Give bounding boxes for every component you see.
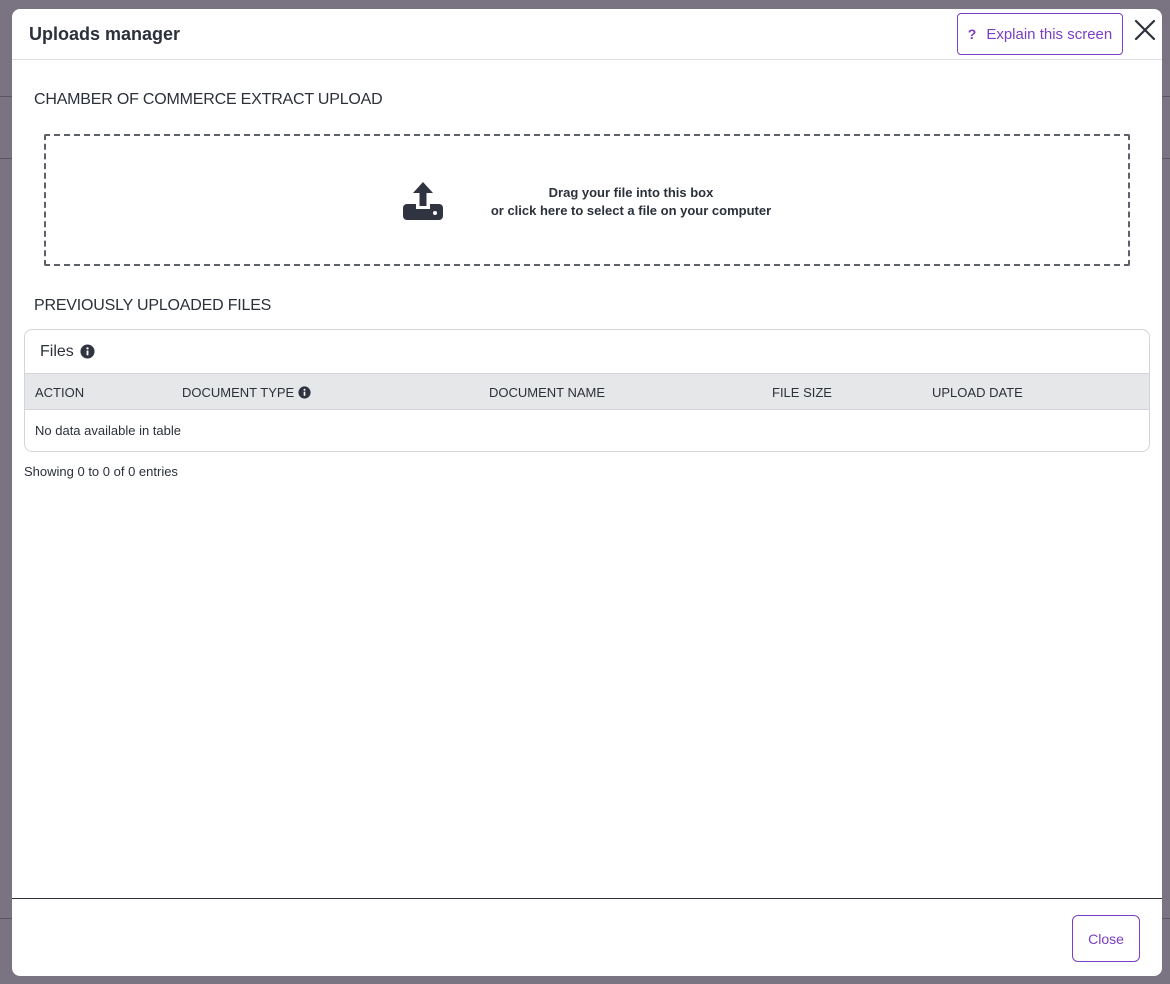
- info-icon[interactable]: [80, 344, 95, 359]
- column-header-label: FILE SIZE: [772, 385, 832, 400]
- uploads-manager-modal: Uploads manager ? Explain this screen CH…: [12, 9, 1162, 976]
- close-icon[interactable]: [1132, 17, 1158, 43]
- column-header-upload-date[interactable]: UPLOAD DATE: [932, 385, 1023, 400]
- modal-footer: Close: [12, 898, 1162, 976]
- column-header-label: ACTION: [35, 385, 85, 400]
- background-divider: [0, 96, 12, 97]
- background-divider: [1162, 96, 1170, 97]
- files-panel-header: Files: [25, 330, 1149, 373]
- explain-screen-button[interactable]: ? Explain this screen: [957, 13, 1123, 55]
- empty-table-message: No data available in table: [35, 423, 181, 438]
- files-section-title: PREVIOUSLY UPLOADED FILES: [34, 297, 272, 314]
- background-divider: [1162, 158, 1170, 159]
- background-divider: [0, 918, 12, 919]
- column-header-label: UPLOAD DATE: [932, 385, 1023, 400]
- upload-icon: [403, 182, 443, 220]
- column-header-label: DOCUMENT NAME: [489, 385, 606, 400]
- question-icon: ?: [967, 26, 977, 42]
- column-header-document-name[interactable]: DOCUMENT NAME: [489, 385, 605, 400]
- modal-title: Uploads manager: [29, 24, 181, 44]
- column-header-action[interactable]: ACTION: [35, 385, 84, 400]
- dropzone-text: Drag your file into this box or click he…: [466, 184, 796, 220]
- file-dropzone[interactable]: Drag your file into this box or click he…: [44, 134, 1130, 266]
- background-divider: [0, 158, 12, 159]
- table-header: ACTION DOCUMENT TYPE DOCUMENT NAME FILE …: [25, 373, 1149, 410]
- upload-section-title: CHAMBER OF COMMERCE EXTRACT UPLOAD: [34, 91, 383, 108]
- close-button[interactable]: Close: [1072, 915, 1140, 962]
- column-header-file-size[interactable]: FILE SIZE: [772, 385, 832, 400]
- dropzone-line-2: or click here to select a file on your c…: [490, 203, 772, 218]
- info-icon[interactable]: [298, 386, 311, 399]
- explain-screen-label: Explain this screen: [986, 25, 1113, 43]
- modal-header: Uploads manager ? Explain this screen: [12, 9, 1162, 60]
- column-header-label: DOCUMENT TYPE: [182, 385, 295, 400]
- column-header-document-type[interactable]: DOCUMENT TYPE: [182, 385, 311, 400]
- dropzone-line-1: Drag your file into this box: [548, 185, 714, 200]
- background-divider: [1162, 918, 1170, 919]
- table-info-text: Showing 0 to 0 of 0 entries: [24, 464, 178, 479]
- files-panel-title: Files: [40, 342, 74, 360]
- files-panel: Files ACTION DOCUMENT TYPE DOCUMENT NAME…: [24, 329, 1150, 452]
